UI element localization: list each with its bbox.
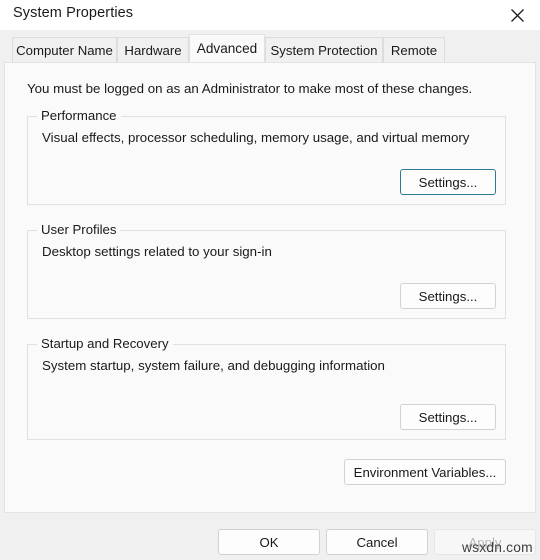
tab-advanced[interactable]: Advanced <box>189 34 265 62</box>
performance-settings-button[interactable]: Settings... <box>400 169 496 195</box>
tab-remote[interactable]: Remote <box>383 37 445 62</box>
tab-label: Computer Name <box>16 42 113 58</box>
startup-recovery-settings-button[interactable]: Settings... <box>400 404 496 430</box>
performance-group: Performance Visual effects, processor sc… <box>27 108 506 205</box>
ok-button[interactable]: OK <box>218 529 320 555</box>
cancel-button[interactable]: Cancel <box>326 529 428 555</box>
administrator-note: You must be logged on as an Administrato… <box>27 81 473 96</box>
performance-description: Visual effects, processor scheduling, me… <box>42 130 470 145</box>
title-bar: System Properties <box>0 0 540 30</box>
system-properties-dialog: System Properties Computer Name Hardware… <box>0 0 540 560</box>
startup-recovery-description: System startup, system failure, and debu… <box>42 358 385 373</box>
tab-system-protection[interactable]: System Protection <box>265 37 383 62</box>
tab-label: Remote <box>390 42 438 58</box>
close-button[interactable] <box>495 0 540 30</box>
close-icon <box>510 8 525 23</box>
user-profiles-settings-button[interactable]: Settings... <box>400 283 496 309</box>
tab-label: Advanced <box>196 41 258 56</box>
tab-label: System Protection <box>270 42 378 58</box>
user-profiles-group-legend: User Profiles <box>37 222 121 237</box>
watermark: wsxdn.com <box>462 540 533 555</box>
performance-group-legend: Performance <box>37 108 121 123</box>
user-profiles-group: User Profiles Desktop settings related t… <box>27 222 506 319</box>
window-title: System Properties <box>13 5 134 21</box>
startup-recovery-group: Startup and Recovery System startup, sys… <box>27 336 506 440</box>
tab-computer-name[interactable]: Computer Name <box>12 37 117 62</box>
tab-label: Hardware <box>124 42 182 58</box>
startup-recovery-group-legend: Startup and Recovery <box>37 336 173 351</box>
dialog-button-bar: OK Cancel Apply <box>0 513 540 560</box>
environment-variables-button[interactable]: Environment Variables... <box>344 459 506 485</box>
tab-hardware[interactable]: Hardware <box>117 37 189 62</box>
tab-strip: Computer Name Hardware Advanced System P… <box>0 30 540 62</box>
user-profiles-description: Desktop settings related to your sign-in <box>42 244 272 259</box>
